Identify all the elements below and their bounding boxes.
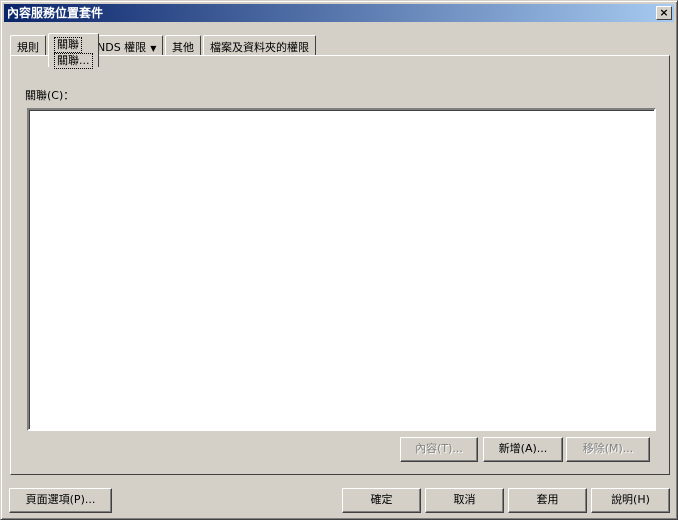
help-button[interactable]: 說明(H)	[591, 488, 670, 513]
relations-listbox[interactable]	[27, 108, 656, 431]
window-title: 內容服務位置套件	[7, 6, 104, 20]
tab-nds-rights[interactable]: NDS 權限 ▼	[90, 35, 164, 55]
tab-relations[interactable]: 關聯 關聯...	[48, 33, 99, 69]
properties-button[interactable]: 內容(T)...	[400, 437, 478, 462]
tab-label: 規則	[17, 41, 39, 54]
remove-button[interactable]: 移除(M)...	[566, 437, 650, 462]
tab-panel: 關聯(C)： 內容(T)... 新增(A)... 移除(M)...	[10, 55, 670, 475]
tab-label: 檔案及資料夾的權限	[210, 41, 309, 54]
tab-file-folder-rights[interactable]: 檔案及資料夾的權限	[203, 35, 316, 55]
ok-button[interactable]: 確定	[342, 488, 421, 513]
cancel-button[interactable]: 取消	[425, 488, 504, 513]
tab-rules[interactable]: 規則	[10, 35, 46, 55]
tab-other[interactable]: 其他	[165, 35, 201, 55]
tab-label: 其他	[172, 41, 194, 54]
close-icon: ×	[659, 6, 669, 19]
close-button[interactable]: ×	[656, 6, 672, 20]
add-button[interactable]: 新增(A)...	[483, 437, 563, 462]
tab-label: 關聯	[54, 37, 82, 53]
dialog-window: 內容服務位置套件 × 規則 關聯 關聯... NDS 權限 ▼ 其他 檔案及資料夾…	[0, 0, 678, 520]
dropdown-arrow-icon[interactable]: ▼	[150, 44, 156, 53]
tab-label: NDS 權限	[97, 41, 147, 54]
tab-sub-label[interactable]: 關聯...	[54, 53, 93, 69]
title-bar[interactable]: 內容服務位置套件 ×	[4, 4, 674, 22]
apply-button[interactable]: 套用	[508, 488, 587, 513]
page-options-button[interactable]: 頁面選項(P)...	[9, 488, 112, 513]
tab-strip: 規則 關聯 關聯... NDS 權限 ▼ 其他 檔案及資料夾的權限	[10, 33, 410, 69]
relations-label: 關聯(C)：	[25, 89, 75, 102]
